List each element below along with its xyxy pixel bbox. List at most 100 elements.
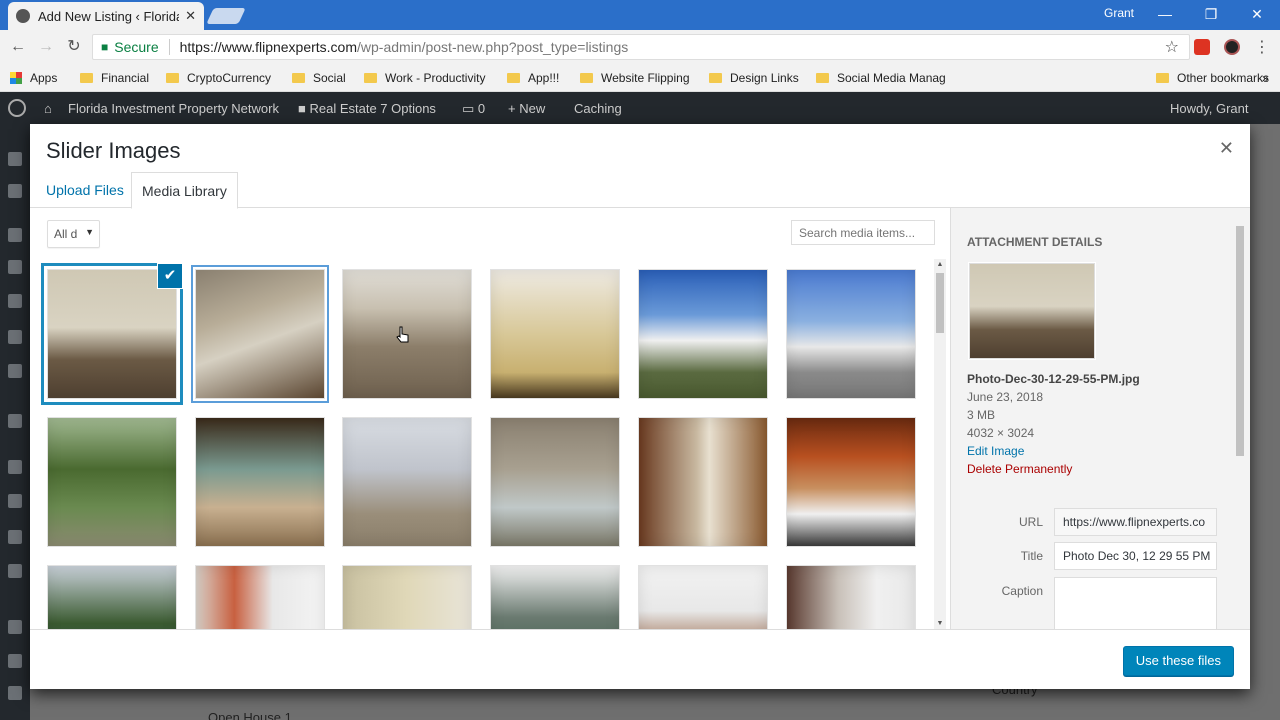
menu-icon[interactable] xyxy=(8,228,22,242)
menu-icon[interactable] xyxy=(8,654,22,668)
tab-upload-files[interactable]: Upload Files xyxy=(36,172,134,208)
filter-value: All d xyxy=(54,227,78,241)
bookmark-folder[interactable]: Website Flipping xyxy=(580,71,690,85)
browser-menu-icon[interactable]: ⋮ xyxy=(1254,37,1270,57)
attachment-thumbnail[interactable] xyxy=(490,565,620,629)
caching-link[interactable]: Caching xyxy=(574,101,622,116)
scrollbar-thumb[interactable] xyxy=(936,273,944,333)
menu-icon[interactable] xyxy=(8,152,22,166)
checkmark-icon[interactable]: ✔ xyxy=(158,264,182,288)
menu-icon[interactable] xyxy=(8,364,22,378)
scroll-up-icon[interactable]: ▲ xyxy=(934,261,946,268)
url-field[interactable]: https://www.flipnexperts.co xyxy=(1054,508,1217,536)
attachment-thumbnail[interactable] xyxy=(47,417,177,547)
scrollbar-thumb[interactable] xyxy=(1236,226,1244,456)
wordpress-logo-icon[interactable] xyxy=(8,99,26,117)
extension-icon[interactable] xyxy=(1194,39,1210,55)
extension-icon[interactable] xyxy=(1224,39,1240,55)
menu-icon[interactable] xyxy=(8,686,22,700)
minimize-icon[interactable]: — xyxy=(1142,0,1188,30)
attachment-thumbnail[interactable] xyxy=(195,565,325,629)
use-these-files-button[interactable]: Use these files xyxy=(1122,646,1234,676)
attachment-thumbnail[interactable] xyxy=(47,565,177,629)
browser-tab[interactable]: Add New Listing ‹ Florida ✕ xyxy=(8,2,204,30)
bookmarks-overflow-icon[interactable]: » xyxy=(1262,71,1269,85)
close-icon[interactable]: ✕ xyxy=(1219,138,1234,159)
menu-icon[interactable] xyxy=(8,330,22,344)
url-path: /wp-admin/post-new.php?post_type=listing… xyxy=(357,39,629,55)
tab-title: Add New Listing ‹ Florida xyxy=(38,8,180,24)
howdy-user[interactable]: Howdy, Grant xyxy=(1170,101,1249,116)
apps-grid-icon xyxy=(10,72,22,84)
menu-icon[interactable] xyxy=(8,414,22,428)
bookmark-apps[interactable]: Apps xyxy=(10,71,57,85)
hand-cursor-icon xyxy=(396,326,409,343)
options-link[interactable]: ■ Real Estate 7 Options xyxy=(298,101,436,116)
bookmark-other[interactable]: Other bookmarks xyxy=(1156,71,1269,85)
attachment-thumbnail[interactable] xyxy=(195,417,325,547)
menu-icon[interactable] xyxy=(8,460,22,474)
scroll-down-icon[interactable]: ▼ xyxy=(934,620,946,627)
menu-icon[interactable] xyxy=(8,564,22,578)
attachment-thumbnail[interactable] xyxy=(490,417,620,547)
bookmark-folder[interactable]: Social Media Manag xyxy=(816,71,946,85)
modal-toolbar: Use these files xyxy=(30,629,1250,689)
attachment-thumbnail[interactable] xyxy=(638,565,768,629)
attachment-thumbnail[interactable] xyxy=(786,565,916,629)
tab-media-library[interactable]: Media Library xyxy=(131,172,238,209)
bookmark-folder[interactable]: App!!! xyxy=(507,71,559,85)
reload-icon[interactable]: ↻ xyxy=(64,37,84,57)
menu-icon[interactable] xyxy=(8,260,22,274)
folder-icon xyxy=(816,73,829,83)
window-user[interactable]: Grant xyxy=(1104,6,1134,20)
edit-image-link[interactable]: Edit Image xyxy=(967,442,1140,460)
comments-link[interactable]: ▭ 0 xyxy=(462,101,485,117)
folder-icon xyxy=(1156,73,1169,83)
bookmark-folder[interactable]: CryptoCurrency xyxy=(166,71,271,85)
new-link[interactable]: + New xyxy=(508,101,545,116)
menu-icon[interactable] xyxy=(8,620,22,634)
url-host: https://www.flipnexperts.com xyxy=(179,39,358,55)
attachment-thumbnail[interactable] xyxy=(786,269,916,399)
attachment-thumbnail[interactable] xyxy=(638,269,768,399)
close-window-icon[interactable]: ✕ xyxy=(1234,0,1280,30)
attachment-thumbnail[interactable] xyxy=(342,565,472,629)
details-thumbnail xyxy=(969,263,1095,359)
back-icon[interactable]: ← xyxy=(8,37,28,57)
caption-label: Caption xyxy=(1001,584,1043,598)
folder-icon xyxy=(166,73,179,83)
home-icon[interactable]: ⌂ xyxy=(44,101,52,116)
attachment-thumbnail[interactable] xyxy=(195,269,325,399)
attachment-thumbnail[interactable] xyxy=(638,417,768,547)
bookmark-folder[interactable]: Design Links xyxy=(709,71,799,85)
menu-icon[interactable] xyxy=(8,530,22,544)
forward-icon[interactable]: → xyxy=(36,37,56,57)
attachment-thumbnail[interactable] xyxy=(490,269,620,399)
attachment-thumbnail[interactable] xyxy=(786,417,916,547)
attachment-thumbnail[interactable]: ✔ xyxy=(47,264,182,399)
details-scrollbar[interactable] xyxy=(1234,208,1246,629)
bookmark-folder[interactable]: Financial xyxy=(80,71,149,85)
folder-icon xyxy=(580,73,593,83)
details-dimensions: 4032 × 3024 xyxy=(967,426,1035,440)
menu-icon[interactable] xyxy=(8,294,22,308)
restore-icon[interactable]: ❐ xyxy=(1188,0,1234,30)
search-input[interactable] xyxy=(791,220,935,245)
delete-permanently-link[interactable]: Delete Permanently xyxy=(967,460,1140,478)
caption-field[interactable] xyxy=(1054,577,1217,629)
close-tab-icon[interactable]: ✕ xyxy=(185,8,196,24)
address-input[interactable]: ■ Secure https://www.flipnexperts.com/wp… xyxy=(92,34,1190,60)
menu-icon[interactable] xyxy=(8,184,22,198)
bookmark-folder[interactable]: Work - Productivity xyxy=(364,71,485,85)
attachment-thumbnail[interactable] xyxy=(342,417,472,547)
date-filter-select[interactable]: All d ▼ xyxy=(47,220,100,248)
new-tab-button[interactable] xyxy=(206,8,246,24)
attachments-grid: ✔ xyxy=(30,259,950,629)
title-field[interactable]: Photo Dec 30, 12 29 55 PM xyxy=(1054,542,1217,570)
bookmark-folder[interactable]: Social xyxy=(292,71,346,85)
lock-icon: ■ xyxy=(101,40,109,54)
bookmark-star-icon[interactable]: ☆ xyxy=(1165,37,1179,57)
menu-icon[interactable] xyxy=(8,494,22,508)
grid-scrollbar[interactable]: ▲ ▼ xyxy=(934,259,946,629)
site-name-link[interactable]: Florida Investment Property Network xyxy=(68,101,279,116)
